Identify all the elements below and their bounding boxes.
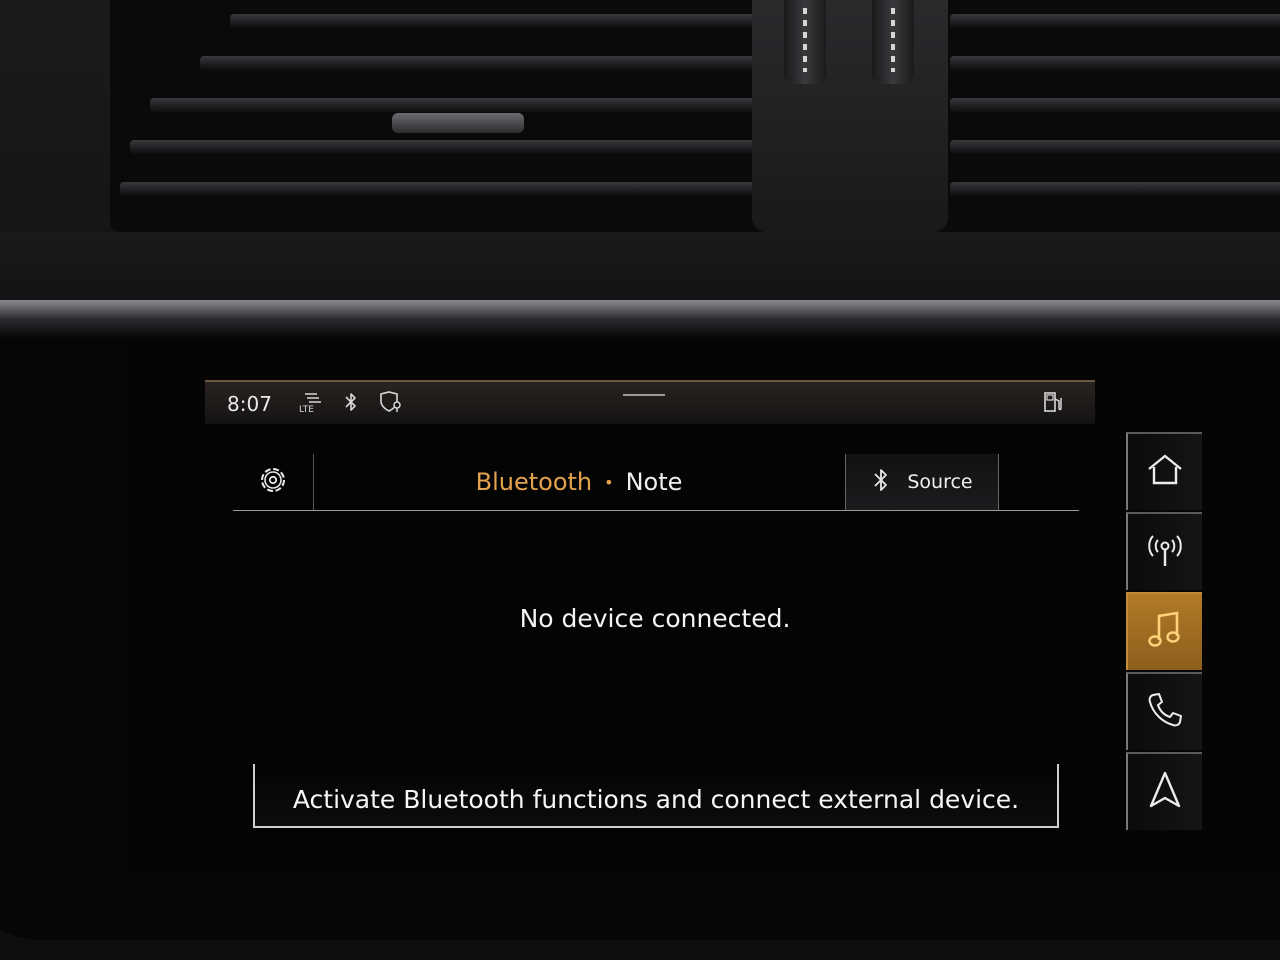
vent-slat (120, 182, 780, 196)
status-bar[interactable]: 8:07 LTE (205, 380, 1095, 424)
navigation-shield-icon (377, 390, 405, 414)
nav-radio-button[interactable] (1126, 512, 1202, 590)
vent-adjust-tab (392, 113, 524, 133)
vent-slat (950, 14, 1280, 28)
home-icon (1145, 453, 1185, 491)
radio-icon (1145, 532, 1185, 572)
header-title: Bluetooth • Note (313, 454, 845, 510)
vent-knob-left (784, 0, 826, 84)
vent-slat (950, 98, 1280, 112)
vent-knob-housing (752, 0, 948, 232)
vent-slat (950, 56, 1280, 70)
side-navigation (1126, 432, 1208, 836)
nav-media-button[interactable] (1126, 592, 1202, 670)
status-time: 8:07 (227, 392, 272, 416)
tab-note[interactable]: Note (626, 468, 683, 496)
lte-signal-icon: LTE (299, 390, 325, 414)
dashboard-scene: 8:07 LTE Bluetooth • Note Source No devi… (0, 0, 1280, 960)
no-device-message: No device connected. (519, 604, 791, 633)
source-label: Source (907, 471, 973, 493)
source-button[interactable]: Source (845, 454, 999, 510)
bluetooth-icon (341, 390, 361, 414)
phone-icon (1145, 690, 1185, 734)
vent-slat (130, 140, 790, 154)
music-icon (1147, 610, 1183, 654)
pull-down-handle[interactable] (623, 394, 665, 396)
nav-home-button[interactable] (1126, 432, 1202, 510)
nav-phone-button[interactable] (1126, 672, 1202, 750)
gear-icon (256, 463, 290, 501)
vent-slat (200, 56, 840, 70)
vent-knob-right (872, 0, 914, 84)
screen-header: Bluetooth • Note Source (233, 454, 1079, 511)
navigation-arrow-icon (1147, 770, 1183, 814)
title-separator: • (604, 472, 614, 492)
nav-navigation-button[interactable] (1126, 752, 1202, 830)
vent-slat (950, 140, 1280, 154)
air-vent (110, 0, 1280, 232)
activate-bluetooth-button[interactable]: Activate Bluetooth functions and connect… (253, 764, 1059, 828)
vent-slat (150, 98, 790, 112)
bluetooth-icon (871, 465, 891, 500)
vent-slat (950, 182, 1280, 196)
infotainment-screen: 8:07 LTE Bluetooth • Note Source No devi… (205, 380, 1095, 850)
svg-text:LTE: LTE (299, 405, 314, 414)
settings-button[interactable] (233, 454, 314, 510)
fuel-pump-icon (1041, 390, 1065, 414)
tab-bluetooth[interactable]: Bluetooth (476, 468, 593, 496)
